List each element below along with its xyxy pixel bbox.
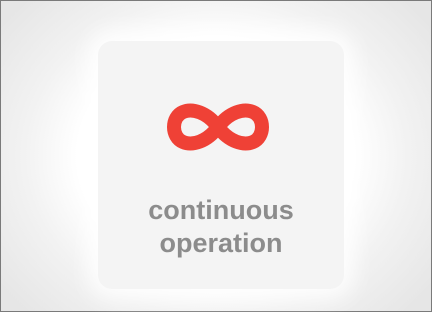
feature-label-line2: operation [159,228,283,258]
feature-frame: continuous operation [0,0,432,312]
feature-card: continuous operation [98,41,344,289]
feature-label-line1: continuous [148,195,294,225]
feature-label: continuous operation [98,194,344,260]
infinity-icon [167,103,269,151]
